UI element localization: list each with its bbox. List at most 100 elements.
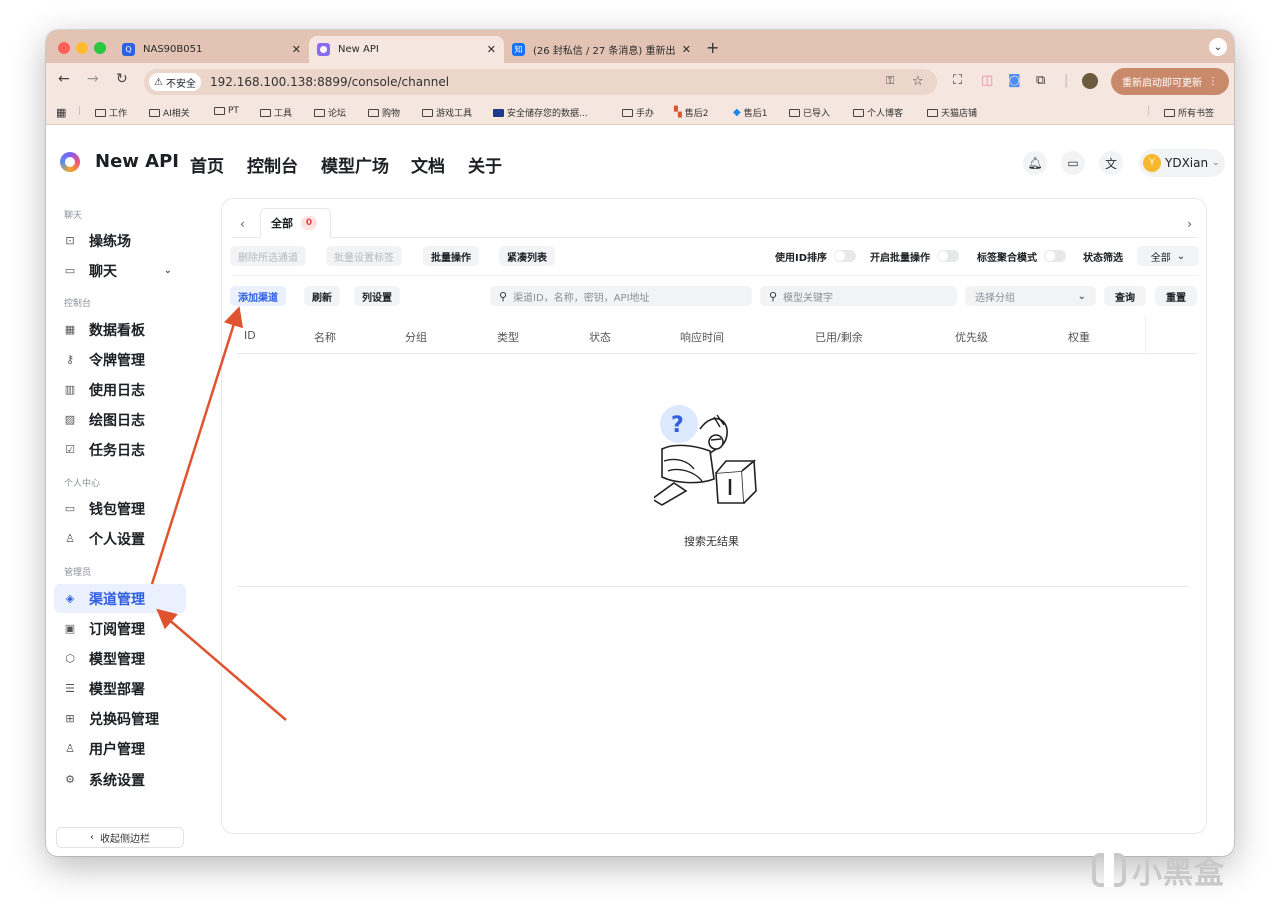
extension-bilibili-icon[interactable]: ◫ <box>981 73 993 88</box>
relaunch-update-button[interactable]: 重新启动即可更新 ⋮ <box>1111 68 1229 95</box>
bell-icon[interactable]: 🔔︎ <box>1023 151 1047 175</box>
tab-search-chevron-icon[interactable]: ⌄ <box>1209 38 1227 56</box>
bookmark-link[interactable]: ▚ 售后2 <box>674 106 708 119</box>
column-header-priority[interactable]: 优先级 <box>955 329 988 345</box>
batch-tag-button[interactable]: 批量设置标签 <box>326 246 402 266</box>
profile-avatar[interactable] <box>1082 73 1098 89</box>
forward-arrow-icon[interactable]: → <box>87 71 99 87</box>
all-bookmarks-folder[interactable]: 所有书签 <box>1164 106 1214 119</box>
nav-console[interactable]: 控制台 <box>247 152 298 177</box>
sidebar-item-drawing-logs[interactable]: ▨ 绘图日志 <box>54 405 186 434</box>
close-tab-icon[interactable]: ✕ <box>487 43 496 56</box>
sidebar-item-wallet[interactable]: ▭ 钱包管理 <box>54 494 186 523</box>
bookmark-folder[interactable]: AI相关 <box>149 106 190 119</box>
group-select[interactable]: 选择分组 ⌄ <box>965 286 1096 306</box>
back-arrow-icon[interactable]: ← <box>58 71 70 87</box>
browser-tab-nas[interactable]: Q NAS90B051 ✕ <box>114 36 309 63</box>
sidebar-item-usage-logs[interactable]: ▥ 使用日志 <box>54 375 186 404</box>
maximize-window-button[interactable] <box>94 42 106 54</box>
sidebar-item-chat[interactable]: ▭ 聊天 ⌄ <box>54 256 186 285</box>
nav-docs[interactable]: 文档 <box>411 152 445 177</box>
browser-tab-zhihu[interactable]: 知 (26 封私信 / 27 条消息) 重新出 ✕ <box>504 36 699 63</box>
channel-search-input[interactable]: ⚲ 渠道ID，名称，密钥，API地址 <box>490 286 752 306</box>
reload-icon[interactable]: ↻ <box>116 71 128 87</box>
sidebar-item-personal-settings[interactable]: ♙ 个人设置 <box>54 524 186 553</box>
bookmark-link[interactable]: 安全储存您的数据... <box>493 106 588 119</box>
collapse-sidebar-button[interactable]: ‹ 收起侧边栏 <box>56 827 184 848</box>
column-header-name[interactable]: 名称 <box>314 329 336 345</box>
sort-by-id-toggle[interactable]: 使用ID排序 <box>775 246 857 266</box>
nav-about[interactable]: 关于 <box>468 152 502 177</box>
security-chip[interactable]: ⚠ 不安全 <box>149 73 201 91</box>
chevron-left-icon[interactable]: ‹ <box>240 217 245 231</box>
bookmark-folder[interactable]: 个人博客 <box>853 106 903 119</box>
bookmark-folder[interactable]: 工具 <box>260 106 292 119</box>
delete-selected-button[interactable]: 删除所选通道 <box>230 246 306 266</box>
close-window-button[interactable] <box>58 42 70 54</box>
column-header-type[interactable]: 类型 <box>497 329 519 345</box>
status-filter-select[interactable]: 全部 ⌄ <box>1137 246 1199 266</box>
sidebar-item-channels[interactable]: ◈ 渠道管理 <box>54 584 186 613</box>
compact-list-button[interactable]: 紧凑列表 <box>499 246 555 266</box>
sidebar-item-model-deployment[interactable]: ☰ 模型部署 <box>54 674 186 703</box>
column-header-group[interactable]: 分组 <box>405 329 427 345</box>
column-header-response-time[interactable]: 响应时间 <box>680 329 724 345</box>
sidebar-item-tokens[interactable]: ⚷ 令牌管理 <box>54 345 186 374</box>
switch[interactable] <box>937 250 959 262</box>
brand-name[interactable]: New API <box>95 151 179 172</box>
reset-button[interactable]: 重置 <box>1155 286 1197 306</box>
add-channel-button[interactable]: 添加渠道 <box>230 286 286 306</box>
password-key-icon[interactable]: ⚿ <box>886 74 894 88</box>
extensions-puzzle-icon[interactable]: ⧉ <box>1036 73 1045 88</box>
sidebar-item-system-settings[interactable]: ⚙ 系统设置 <box>54 765 186 794</box>
column-header-used-remaining[interactable]: 已用/剩余 <box>815 329 863 345</box>
bookmark-folder[interactable]: 手办 <box>622 106 654 119</box>
bookmark-star-icon[interactable]: ☆ <box>912 74 924 89</box>
column-header-id[interactable]: ID <box>244 329 256 342</box>
sidebar-item-subscriptions[interactable]: ▣ 订阅管理 <box>54 614 186 643</box>
url-text[interactable]: 192.168.100.138:8899/console/channel <box>210 75 449 89</box>
minimize-window-button[interactable] <box>76 42 88 54</box>
column-header-status[interactable]: 状态 <box>589 329 611 345</box>
sidebar-item-users[interactable]: ♙ 用户管理 <box>54 734 186 763</box>
address-bar[interactable]: ⚠ 不安全 192.168.100.138:8899/console/channe… <box>144 69 937 95</box>
extension-translate-icon[interactable]: ⛶ <box>953 73 962 88</box>
model-keyword-input[interactable]: ⚲ 模型关键字 <box>760 286 957 306</box>
sidebar-item-redeem-codes[interactable]: ⊞ 兑换码管理 <box>54 704 186 733</box>
tag-aggregate-toggle[interactable]: 标签聚合模式 <box>977 246 1066 266</box>
close-tab-icon[interactable]: ✕ <box>682 43 691 56</box>
browser-tab-new-api[interactable]: New API ✕ <box>309 36 504 63</box>
sidebar-item-dashboard[interactable]: ▦ 数据看板 <box>54 315 186 344</box>
bookmark-link[interactable]: ◆ 售后1 <box>733 106 767 119</box>
batch-actions-button[interactable]: 批量操作 <box>423 246 479 266</box>
sidebar-item-playground[interactable]: ⊡ 操练场 <box>54 226 186 255</box>
batch-mode-toggle[interactable]: 开启批量操作 <box>870 246 959 266</box>
sidebar-item-models[interactable]: ⬡ 模型管理 <box>54 644 186 673</box>
new-tab-button[interactable]: + <box>706 38 719 57</box>
switch[interactable] <box>834 250 857 262</box>
bookmark-folder[interactable]: PT <box>214 106 239 116</box>
nav-model-square[interactable]: 模型广场 <box>321 152 389 177</box>
nav-home[interactable]: 首页 <box>190 152 224 177</box>
new-api-logo-icon[interactable] <box>60 152 80 172</box>
query-button[interactable]: 查询 <box>1104 286 1146 306</box>
bookmark-folder[interactable]: 天猫店铺 <box>927 106 977 119</box>
extension-blue-icon[interactable]: ◙ <box>1008 73 1021 88</box>
monitor-icon[interactable]: ▭ <box>1061 151 1085 175</box>
column-settings-button[interactable]: 列设置 <box>354 286 400 306</box>
apps-grid-icon[interactable]: ▦ <box>56 106 66 119</box>
close-tab-icon[interactable]: ✕ <box>292 43 301 56</box>
user-menu[interactable]: Y YDXian ⌄ <box>1139 149 1225 177</box>
refresh-button[interactable]: 刷新 <box>304 286 340 306</box>
chevron-right-icon[interactable]: › <box>1187 217 1192 231</box>
bookmark-folder[interactable]: 购物 <box>368 106 400 119</box>
switch[interactable] <box>1044 250 1066 262</box>
column-header-weight[interactable]: 权重 <box>1068 329 1090 345</box>
bookmark-folder[interactable]: 工作 <box>95 106 127 119</box>
bookmark-folder[interactable]: 已导入 <box>789 106 830 119</box>
translate-icon[interactable]: 文 <box>1099 151 1123 175</box>
sidebar-item-task-logs[interactable]: ☑ 任务日志 <box>54 435 186 464</box>
bookmark-folder[interactable]: 论坛 <box>314 106 346 119</box>
tab-all[interactable]: 全部 0 <box>260 208 331 238</box>
bookmark-folder[interactable]: 游戏工具 <box>422 106 472 119</box>
